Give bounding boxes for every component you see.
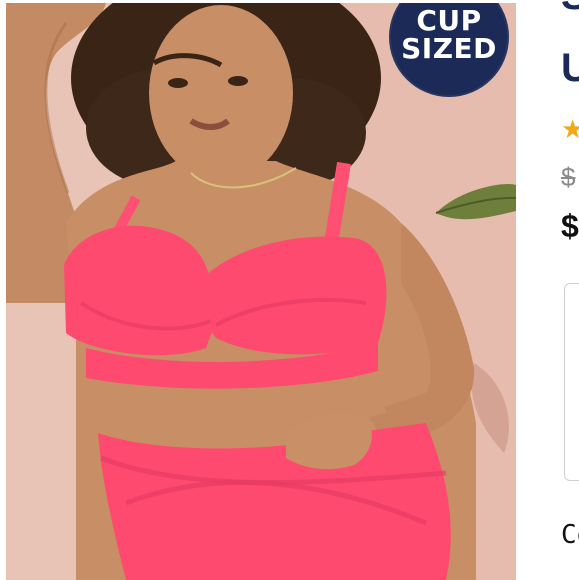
badge-line-1: CUP [416, 4, 482, 37]
product-info-panel: S U ★ $ $ Co [516, 0, 579, 580]
product-photo[interactable]: CUP SIZED [6, 3, 516, 580]
badge-line-2: SIZED [401, 32, 497, 65]
star-icon: ★ [561, 114, 579, 144]
sale-price: $ [561, 208, 579, 244]
size-option-box[interactable] [564, 283, 579, 481]
product-title-line-1: S [561, 0, 579, 16]
product-title-line-2: U [561, 46, 579, 90]
original-price: $ [561, 162, 576, 192]
product-page: CUP SIZED S U ★ $ $ Co [0, 0, 579, 580]
bottom-text-fragment: Co [561, 520, 579, 550]
